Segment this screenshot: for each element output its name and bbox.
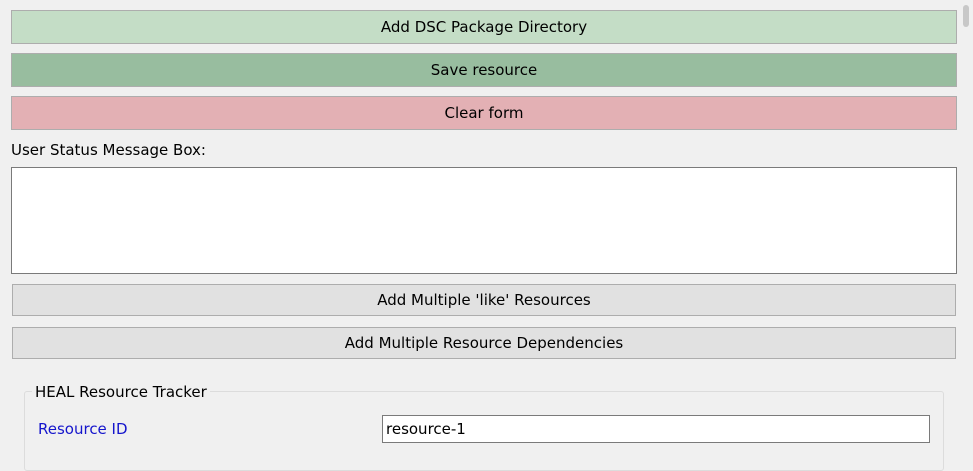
heal-resource-tracker-title: HEAL Resource Tracker	[32, 383, 210, 401]
resource-id-input[interactable]	[382, 415, 930, 443]
add-multiple-resource-dependencies-button[interactable]: Add Multiple Resource Dependencies	[12, 327, 956, 359]
add-multiple-like-resources-button[interactable]: Add Multiple 'like' Resources	[12, 284, 956, 316]
clear-form-button[interactable]: Clear form	[11, 96, 957, 130]
scrollbar-thumb[interactable]	[963, 5, 969, 27]
resource-id-label: Resource ID	[38, 420, 128, 438]
status-message-label: User Status Message Box:	[11, 141, 206, 159]
save-resource-button[interactable]: Save resource	[11, 53, 957, 87]
vertical-scrollbar[interactable]	[959, 0, 973, 455]
status-message-box[interactable]	[11, 167, 957, 274]
add-dsc-package-directory-button[interactable]: Add DSC Package Directory	[11, 10, 957, 44]
